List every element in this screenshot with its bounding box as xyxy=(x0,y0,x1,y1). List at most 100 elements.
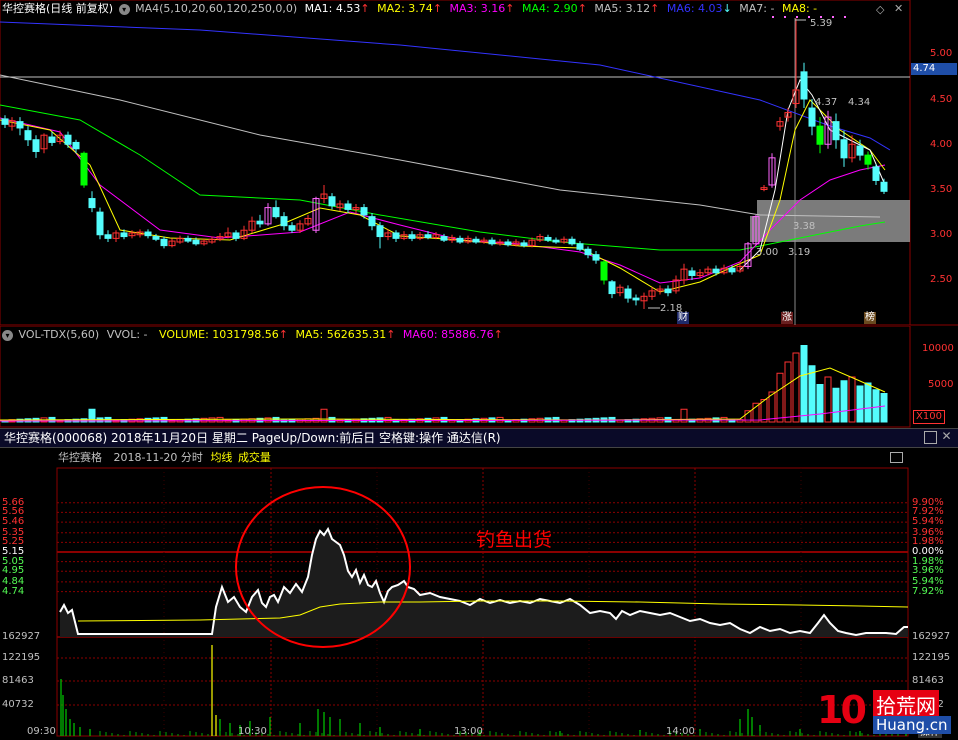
left-axis-tick: 162927 xyxy=(2,631,41,642)
candle-body xyxy=(256,220,264,225)
candle-body xyxy=(728,267,736,273)
close-icon[interactable]: ✕ xyxy=(941,430,952,442)
vol-ma5-line xyxy=(0,367,886,421)
candle-body xyxy=(544,236,552,241)
candle-body xyxy=(408,234,416,239)
candle-body xyxy=(32,139,40,152)
arrow-up-icon: ↑ xyxy=(493,328,503,341)
volume-bar xyxy=(840,380,848,423)
box-label-3: 3.00 xyxy=(756,247,779,258)
time-tick: 13:00 xyxy=(454,726,483,737)
resistance-box xyxy=(757,200,910,216)
candle-body xyxy=(600,261,608,281)
mark-cai[interactable]: 财 xyxy=(677,312,689,324)
right-axis-tick: 122195 xyxy=(912,652,951,663)
time-tick: 14:00 xyxy=(666,726,695,737)
vol-name: VOL-TDX(5,60) xyxy=(18,328,100,341)
candle-body xyxy=(712,268,720,274)
volume-bar xyxy=(328,416,336,423)
volume-bar xyxy=(760,399,768,423)
intraday-header: 华控赛格 2018-11-20 分时 均线 成交量 xyxy=(58,451,271,465)
volume-bar xyxy=(272,416,280,423)
diamond-icon[interactable]: ◇ xyxy=(876,3,884,16)
mark-bang[interactable]: 榜 xyxy=(864,312,876,324)
candle-body xyxy=(584,248,592,256)
candle-body xyxy=(120,232,128,238)
dot-marker xyxy=(832,16,834,18)
volume-bar xyxy=(264,417,272,423)
mark-zhang[interactable]: 涨 xyxy=(781,312,793,324)
ma5-value: MA5: 3.12 xyxy=(594,2,651,15)
y-tick: 4.00 xyxy=(930,139,953,150)
candle-body xyxy=(552,239,560,243)
volume-bar xyxy=(856,385,864,423)
kline-chart[interactable] xyxy=(0,0,958,326)
time-tick: 09:30 xyxy=(27,726,56,737)
candle-body xyxy=(376,225,384,238)
candle-body xyxy=(24,130,32,141)
kline-panel[interactable]: 华控赛格(日线 前复权) ▾ MA4(5,10,20,60,120,250,0,… xyxy=(0,0,958,326)
arrow-up-icon: ↑ xyxy=(386,328,396,341)
candle-body xyxy=(64,134,72,145)
chevron-down-icon[interactable]: ▾ xyxy=(2,330,13,341)
arrow-up-icon: ↑ xyxy=(577,2,587,15)
candle-body xyxy=(872,166,880,181)
stock-title: 华控赛格(日线 前复权) xyxy=(2,2,114,15)
candle-body xyxy=(688,270,696,276)
candle-body xyxy=(80,152,88,186)
chevron-down-icon[interactable]: ▾ xyxy=(118,4,130,15)
volume-bar xyxy=(832,387,840,423)
candle-body xyxy=(800,71,808,100)
ma4-value: MA4: 2.90 xyxy=(521,2,578,15)
candle-body xyxy=(328,196,336,207)
y-tick: 4.50 xyxy=(930,94,953,105)
y-tick: 3.50 xyxy=(930,184,953,195)
ma2-value: MA2: 3.74 xyxy=(377,2,433,15)
watermark-logo: 10 拾荒网 Huang.cn xyxy=(815,688,958,740)
y-tick: 3.00 xyxy=(930,229,953,240)
dot-marker xyxy=(796,16,798,18)
ma8-value: MA8: - xyxy=(781,2,818,15)
maximize-icon[interactable] xyxy=(924,431,937,444)
candle-body xyxy=(808,107,816,127)
candle-body xyxy=(576,243,584,250)
volume-bar xyxy=(880,393,888,423)
candle-body xyxy=(232,232,240,239)
kline-frame xyxy=(0,0,911,326)
volume-panel[interactable]: ▾ VOL-TDX(5,60) VVOL: - VOLUME: 1031798.… xyxy=(0,326,958,428)
volume-bar xyxy=(824,376,832,423)
vol-ma5: MA5: 562635.31 xyxy=(295,328,387,341)
y-tick: 5.00 xyxy=(930,48,953,59)
candle-body xyxy=(440,236,448,241)
intraday-window-titlebar[interactable]: 华控赛格(000068) 2018年11月20日 星期二 PageUp/Down… xyxy=(0,428,958,448)
arrow-up-icon: ↑ xyxy=(278,328,288,341)
window-title: 华控赛格(000068) 2018年11月20日 星期二 PageUp/Down… xyxy=(4,431,501,445)
kline-header: 华控赛格(日线 前复权) ▾ MA4(5,10,20,60,120,250,0,… xyxy=(2,2,817,16)
arrow-up-icon: ↑ xyxy=(650,2,660,15)
candle-body xyxy=(520,242,528,247)
volume-bar xyxy=(800,345,808,423)
ma6-line xyxy=(0,21,891,151)
legend-avg-line: 均线 xyxy=(210,451,233,464)
candle-body xyxy=(104,234,112,239)
close-icon[interactable]: ✕ xyxy=(894,2,903,15)
candle-body xyxy=(608,281,616,295)
volume-bar xyxy=(776,372,784,423)
candle-body xyxy=(16,121,24,129)
candle-body xyxy=(88,198,96,209)
candle-body xyxy=(288,225,296,231)
candle-body xyxy=(632,297,640,301)
vol-unit: X100 xyxy=(913,410,945,424)
right-axis-tick: 7.92% xyxy=(912,585,944,597)
ma-set: MA4(5,10,20,60,120,250,0,0) xyxy=(135,2,298,15)
candle-body xyxy=(568,238,576,245)
panel-toggle-icon[interactable] xyxy=(890,452,903,463)
watermark-url: Huang.cn xyxy=(873,716,951,734)
arrow-up-icon: ↑ xyxy=(432,2,443,15)
candle-body xyxy=(48,136,56,143)
annotation-text: 钓鱼出货 xyxy=(476,529,553,551)
dot-marker xyxy=(772,16,774,18)
left-axis-tick: 81463 xyxy=(2,675,34,686)
candle-body xyxy=(504,241,512,246)
left-axis-tick: 4.74 xyxy=(2,585,25,597)
